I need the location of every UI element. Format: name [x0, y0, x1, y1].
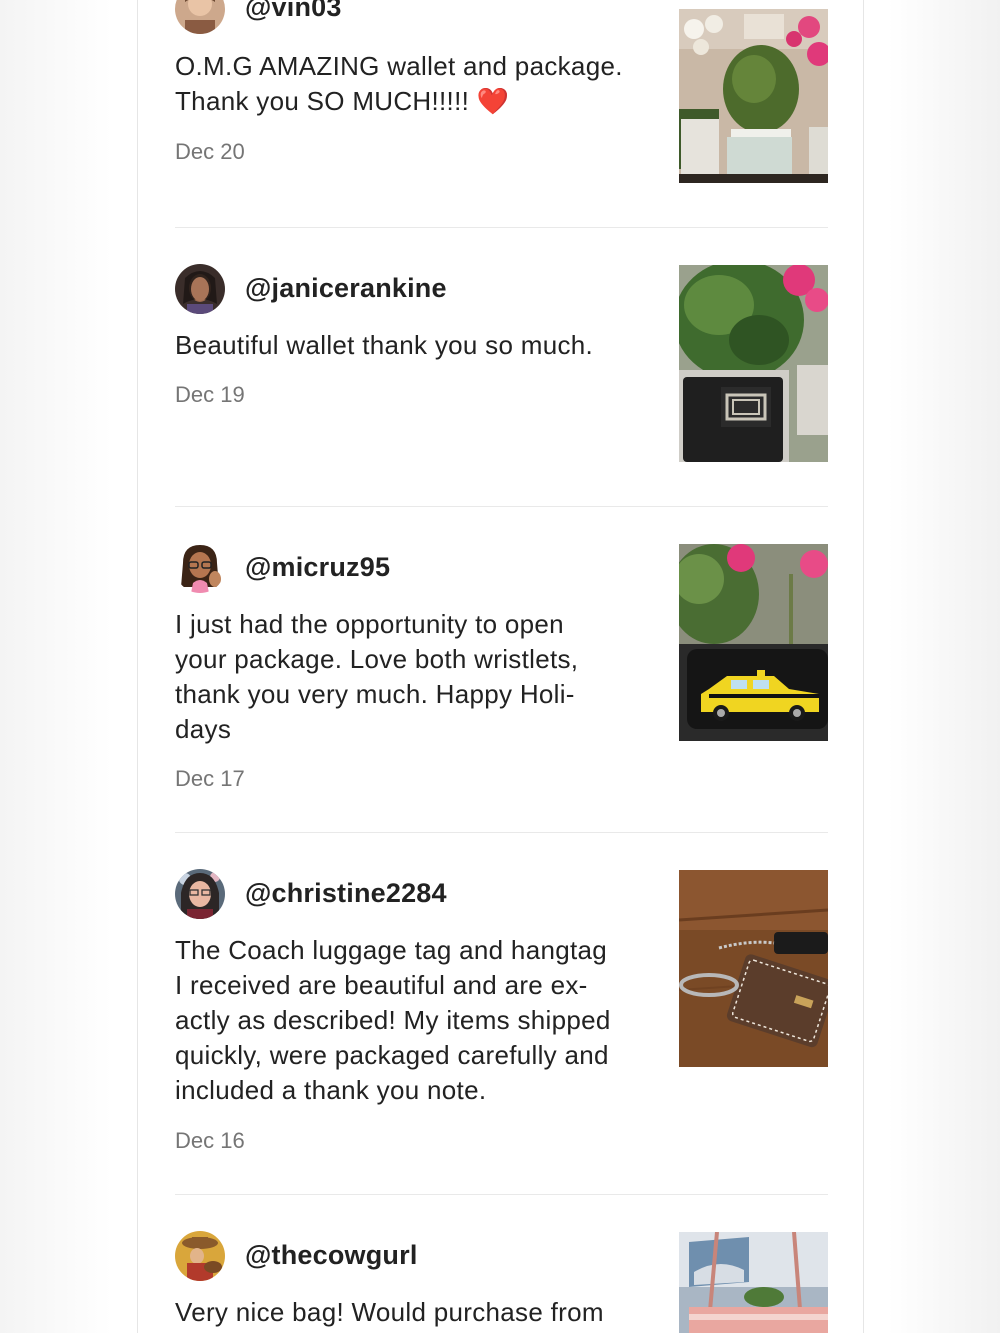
review-item: @janicerankine Beautiful wallet thank yo… [175, 264, 828, 464]
review-photo[interactable] [679, 265, 828, 462]
avatar[interactable] [175, 869, 225, 919]
review-photo[interactable] [679, 9, 828, 183]
review-photo[interactable] [679, 870, 828, 1067]
review-username[interactable]: @janicerankine [245, 273, 447, 304]
divider [175, 832, 828, 833]
review-text: Beautiful wallet thank you so much. [175, 328, 645, 363]
review-item: @christine2284 The Coach luggage tag and… [175, 869, 828, 1159]
review-text-line: actly as described! My items shipped [175, 1005, 611, 1035]
review-date: Dec 16 [175, 1128, 245, 1153]
divider [175, 1194, 828, 1195]
review-username[interactable]: @vin03 [245, 0, 342, 23]
reviews-panel: @vin03 O.M.G AMAZING wallet and package.… [137, 0, 864, 1333]
review-text-line: days [175, 714, 232, 744]
review-item: @thecowgurl Very nice bag! Would purchas… [175, 1231, 828, 1333]
review-text: Very nice bag! Would purchase from [175, 1295, 645, 1330]
avatar[interactable] [175, 543, 225, 593]
review-text: I just had the opportunity to open your … [175, 607, 645, 747]
review-photo[interactable] [679, 1232, 828, 1333]
review-text: The Coach luggage tag and hangtag I rece… [175, 933, 645, 1108]
review-text-line: Thank you SO MUCH!!!!! ❤️ [175, 86, 510, 116]
review-text: O.M.G AMAZING wallet and package. Thank … [175, 49, 645, 119]
review-username[interactable]: @micruz95 [245, 552, 390, 583]
review-text-line: thank you very much. Happy Holi- [175, 679, 575, 709]
review-date: Dec 17 [175, 766, 245, 791]
review-text-line: I just had the opportunity to open [175, 609, 564, 639]
avatar[interactable] [175, 0, 225, 34]
review-username[interactable]: @thecowgurl [245, 1240, 418, 1271]
review-date: Dec 20 [175, 139, 245, 164]
review-text-line: your package. Love both wristlets, [175, 644, 579, 674]
review-text-line: The Coach luggage tag and hangtag [175, 935, 608, 965]
review-photo[interactable] [679, 544, 828, 741]
review-text-line: included a thank you note. [175, 1075, 487, 1105]
divider [175, 506, 828, 507]
avatar[interactable] [175, 1231, 225, 1281]
review-text-line: quickly, were packaged carefully and [175, 1040, 609, 1070]
review-username[interactable]: @christine2284 [245, 878, 447, 909]
review-item: @vin03 O.M.G AMAZING wallet and package.… [175, 0, 828, 200]
review-text-line: Beautiful wallet thank you so much. [175, 330, 594, 360]
review-text-line: I received are beautiful and are ex- [175, 970, 588, 1000]
review-date: Dec 19 [175, 382, 245, 407]
review-text-line: Very nice bag! Would purchase from [175, 1297, 604, 1327]
divider [175, 227, 828, 228]
avatar[interactable] [175, 264, 225, 314]
review-item: @micruz95 I just had the opportunity to … [175, 543, 828, 803]
review-text-line: O.M.G AMAZING wallet and package. [175, 51, 623, 81]
